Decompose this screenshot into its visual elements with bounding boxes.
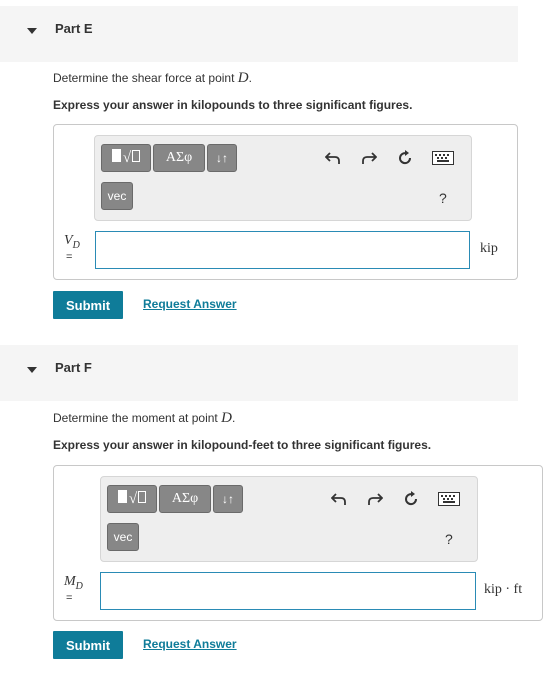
part-e-request-answer-link[interactable]: Request Answer <box>143 297 237 311</box>
templates-icon: √ <box>111 149 141 167</box>
caret-down-icon[interactable] <box>27 367 37 373</box>
part-f-templates-button[interactable]: √ <box>107 485 157 513</box>
part-e-templates-button[interactable]: √ <box>101 144 151 172</box>
part-f-greek-button[interactable]: ΑΣφ <box>159 485 211 513</box>
part-f-equals: = <box>66 592 73 604</box>
part-f-arrows-button[interactable]: ↓↑ <box>213 485 243 513</box>
part-f-header[interactable]: Part F <box>0 345 518 401</box>
part-e-answer-input[interactable] <box>95 231 470 269</box>
part-f-answer-input[interactable] <box>100 572 476 610</box>
part-f-prompt-text: Determine the moment at point <box>53 411 218 425</box>
part-e-submit-button[interactable]: Submit <box>53 291 123 319</box>
part-f-vec-button[interactable]: vec <box>107 523 139 551</box>
part-e-prompt-text: Determine the shear force at point <box>53 71 235 85</box>
part-f-answer-box: √ ΑΣφ ↓↑ vec ? MD = kip · ft <box>53 465 543 621</box>
part-e-help-button[interactable]: ? <box>439 190 447 206</box>
templates-icon: √ <box>117 490 147 508</box>
keyboard-icon[interactable] <box>437 489 461 509</box>
part-f-instruction: Express your answer in kilopound-feet to… <box>53 438 432 452</box>
part-f-prompt: Determine the moment at point D. <box>53 410 235 427</box>
undo-icon[interactable] <box>329 489 349 509</box>
part-e-instruction: Express your answer in kilopounds to thr… <box>53 98 413 112</box>
part-f-math-toolbar: √ ΑΣφ ↓↑ vec ? <box>100 476 478 562</box>
keyboard-icon[interactable] <box>431 148 455 168</box>
part-f-help-button[interactable]: ? <box>445 531 453 547</box>
reset-icon[interactable] <box>401 489 421 509</box>
part-e-prompt-point: D <box>237 70 249 86</box>
part-f-prompt-end: . <box>231 411 236 425</box>
redo-icon[interactable] <box>365 489 385 509</box>
caret-down-icon[interactable] <box>27 28 37 34</box>
part-e-variable-label: VD <box>64 233 80 251</box>
part-e-header[interactable]: Part E <box>0 6 518 62</box>
part-f-title: Part F <box>55 360 92 375</box>
redo-icon[interactable] <box>359 148 379 168</box>
part-f-variable-label: MD <box>64 574 83 592</box>
part-e-arrows-button[interactable]: ↓↑ <box>207 144 237 172</box>
reset-icon[interactable] <box>395 148 415 168</box>
undo-icon[interactable] <box>323 148 343 168</box>
part-f-request-answer-link[interactable]: Request Answer <box>143 637 237 651</box>
part-e-prompt: Determine the shear force at point D. <box>53 70 252 87</box>
part-e-title: Part E <box>55 21 93 36</box>
part-e-unit: kip <box>480 241 498 256</box>
part-f-submit-button[interactable]: Submit <box>53 631 123 659</box>
part-e-answer-box: √ ΑΣφ ↓↑ vec ? VD = kip <box>53 124 518 280</box>
part-e-vec-button[interactable]: vec <box>101 182 133 210</box>
part-f-unit: kip · ft <box>484 582 523 597</box>
part-f-prompt-point: D <box>221 410 232 426</box>
part-e-prompt-end: . <box>248 71 252 85</box>
part-e-math-toolbar: √ ΑΣφ ↓↑ vec ? <box>94 135 472 221</box>
part-e-greek-button[interactable]: ΑΣφ <box>153 144 205 172</box>
part-e-equals: = <box>66 251 73 263</box>
